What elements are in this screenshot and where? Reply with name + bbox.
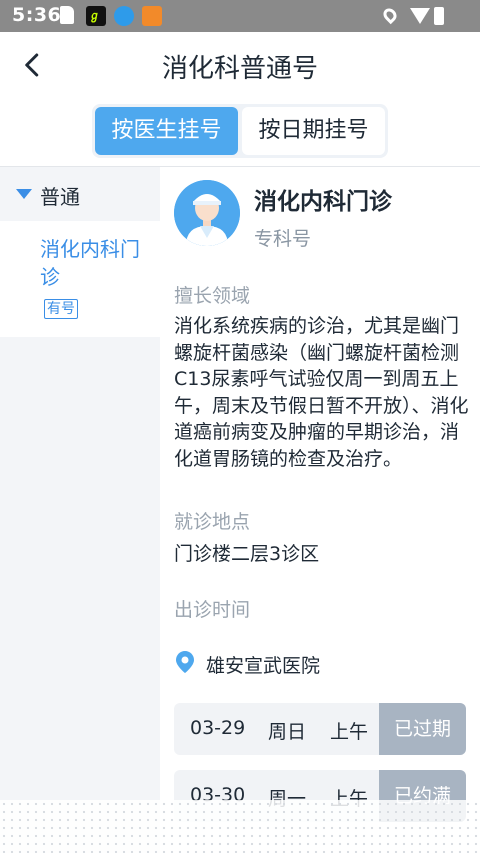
download-icon [114, 6, 134, 26]
slot-weekday: 周日 [268, 721, 307, 743]
schedule-slot[interactable]: 03-29 周日 上午 已过期 [174, 703, 466, 755]
sidebar-item-label: 消化内科门诊 [40, 237, 140, 289]
schedule-label: 出诊时间 [174, 599, 251, 621]
tab-by-date[interactable]: 按日期挂号 [242, 107, 385, 155]
status-time: 5:36 [12, 4, 62, 26]
location-text: 门诊楼二层3诊区 [174, 543, 320, 565]
header: 消化科普通号 [0, 32, 480, 100]
file-icon [60, 6, 74, 24]
sidebar-item-department[interactable]: 消化内科门诊 有号 [0, 221, 160, 337]
specialty-label: 擅长领域 [174, 285, 251, 307]
tab-bar: 按医生挂号 按日期挂号 [92, 104, 388, 158]
tab-by-doctor[interactable]: 按医生挂号 [95, 107, 238, 155]
hospital-name: 雄安宣武医院 [206, 655, 321, 677]
triangle-down-icon [16, 189, 32, 199]
app-notification-icon: ℊ [86, 6, 106, 26]
slot-status-button[interactable]: 已过期 [379, 703, 466, 755]
sidebar: 普通 消化内科门诊 有号 [0, 167, 160, 853]
doctor-name: 消化内科门诊 [254, 189, 392, 215]
battery-icon [434, 7, 444, 25]
location-label: 就诊地点 [174, 511, 251, 533]
wifi-icon [410, 8, 430, 24]
slot-period: 上午 [330, 721, 369, 743]
doctor-type: 专科号 [254, 228, 312, 250]
status-bar: 5:36 ℊ [0, 0, 480, 32]
location-icon [380, 5, 400, 25]
slot-date: 03-29 [190, 717, 246, 739]
map-pin-icon [176, 651, 194, 673]
page-title: 消化科普通号 [161, 54, 318, 84]
availability-badge: 有号 [44, 299, 78, 319]
home-app-icon [142, 6, 162, 26]
doctor-icon [174, 180, 240, 246]
sidebar-category[interactable]: 普通 [0, 167, 160, 221]
bottom-overlay [0, 800, 480, 853]
sidebar-category-label: 普通 [40, 185, 80, 209]
doctor-avatar [174, 180, 240, 246]
specialty-text: 消化系统疾病的诊治，尤其是幽门螺旋杆菌感染（幽门螺旋杆菌检测C13尿素呼气试验仅… [174, 315, 469, 470]
